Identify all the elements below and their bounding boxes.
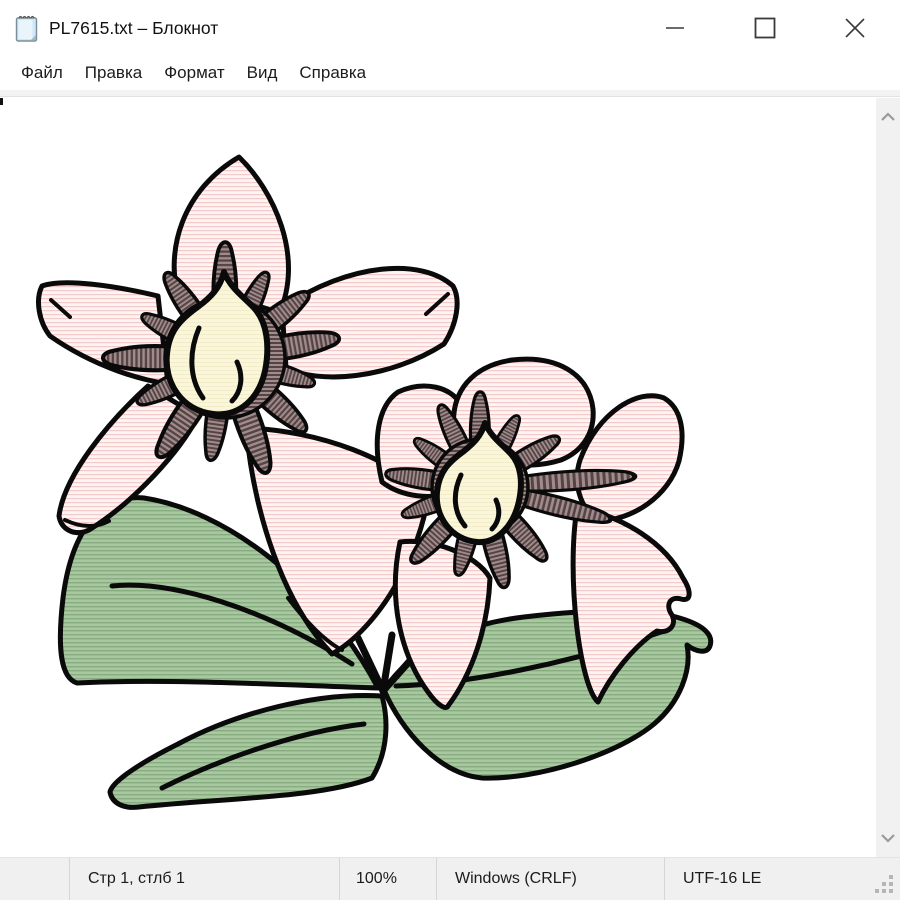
flower-illustration — [20, 130, 730, 820]
close-button[interactable] — [810, 0, 900, 56]
vertical-scrollbar[interactable] — [876, 98, 900, 857]
menu-view[interactable]: Вид — [236, 56, 289, 90]
status-cursor-position: Стр 1, стлб 1 — [70, 858, 340, 900]
status-encoding: UTF-16 LE — [665, 858, 900, 900]
menu-help[interactable]: Справка — [288, 56, 377, 90]
status-zoom-level: 100% — [340, 858, 437, 900]
status-bar: Стр 1, стлб 1 100% Windows (CRLF) UTF-16… — [0, 857, 900, 900]
text-editor-area[interactable] — [0, 98, 876, 857]
status-spacer — [0, 858, 70, 900]
menu-bar: Файл Правка Формат Вид Справка — [0, 56, 900, 90]
status-line-ending: Windows (CRLF) — [437, 858, 665, 900]
close-icon — [845, 18, 865, 38]
resize-grip[interactable] — [874, 874, 896, 896]
maximize-button[interactable] — [720, 0, 810, 56]
window-controls — [630, 0, 900, 56]
window-title: PL7615.txt – Блокнот — [49, 18, 218, 39]
notepad-window: PL7615.txt – Блокнот Файл Правка Формат … — [0, 0, 900, 900]
menu-file[interactable]: Файл — [10, 56, 74, 90]
scroll-up-icon — [880, 112, 896, 122]
menu-bottom-strip — [0, 90, 900, 97]
menu-format[interactable]: Формат — [153, 56, 235, 90]
notepad-app-icon — [13, 14, 40, 43]
text-caret — [0, 98, 3, 105]
scroll-down-button[interactable] — [876, 825, 900, 851]
title-bar: PL7615.txt – Блокнот — [0, 0, 900, 56]
scroll-up-button[interactable] — [876, 104, 900, 130]
minimize-icon — [665, 18, 685, 38]
minimize-button[interactable] — [630, 0, 720, 56]
menu-edit[interactable]: Правка — [74, 56, 153, 90]
maximize-icon — [754, 17, 776, 39]
scroll-down-icon — [880, 833, 896, 843]
